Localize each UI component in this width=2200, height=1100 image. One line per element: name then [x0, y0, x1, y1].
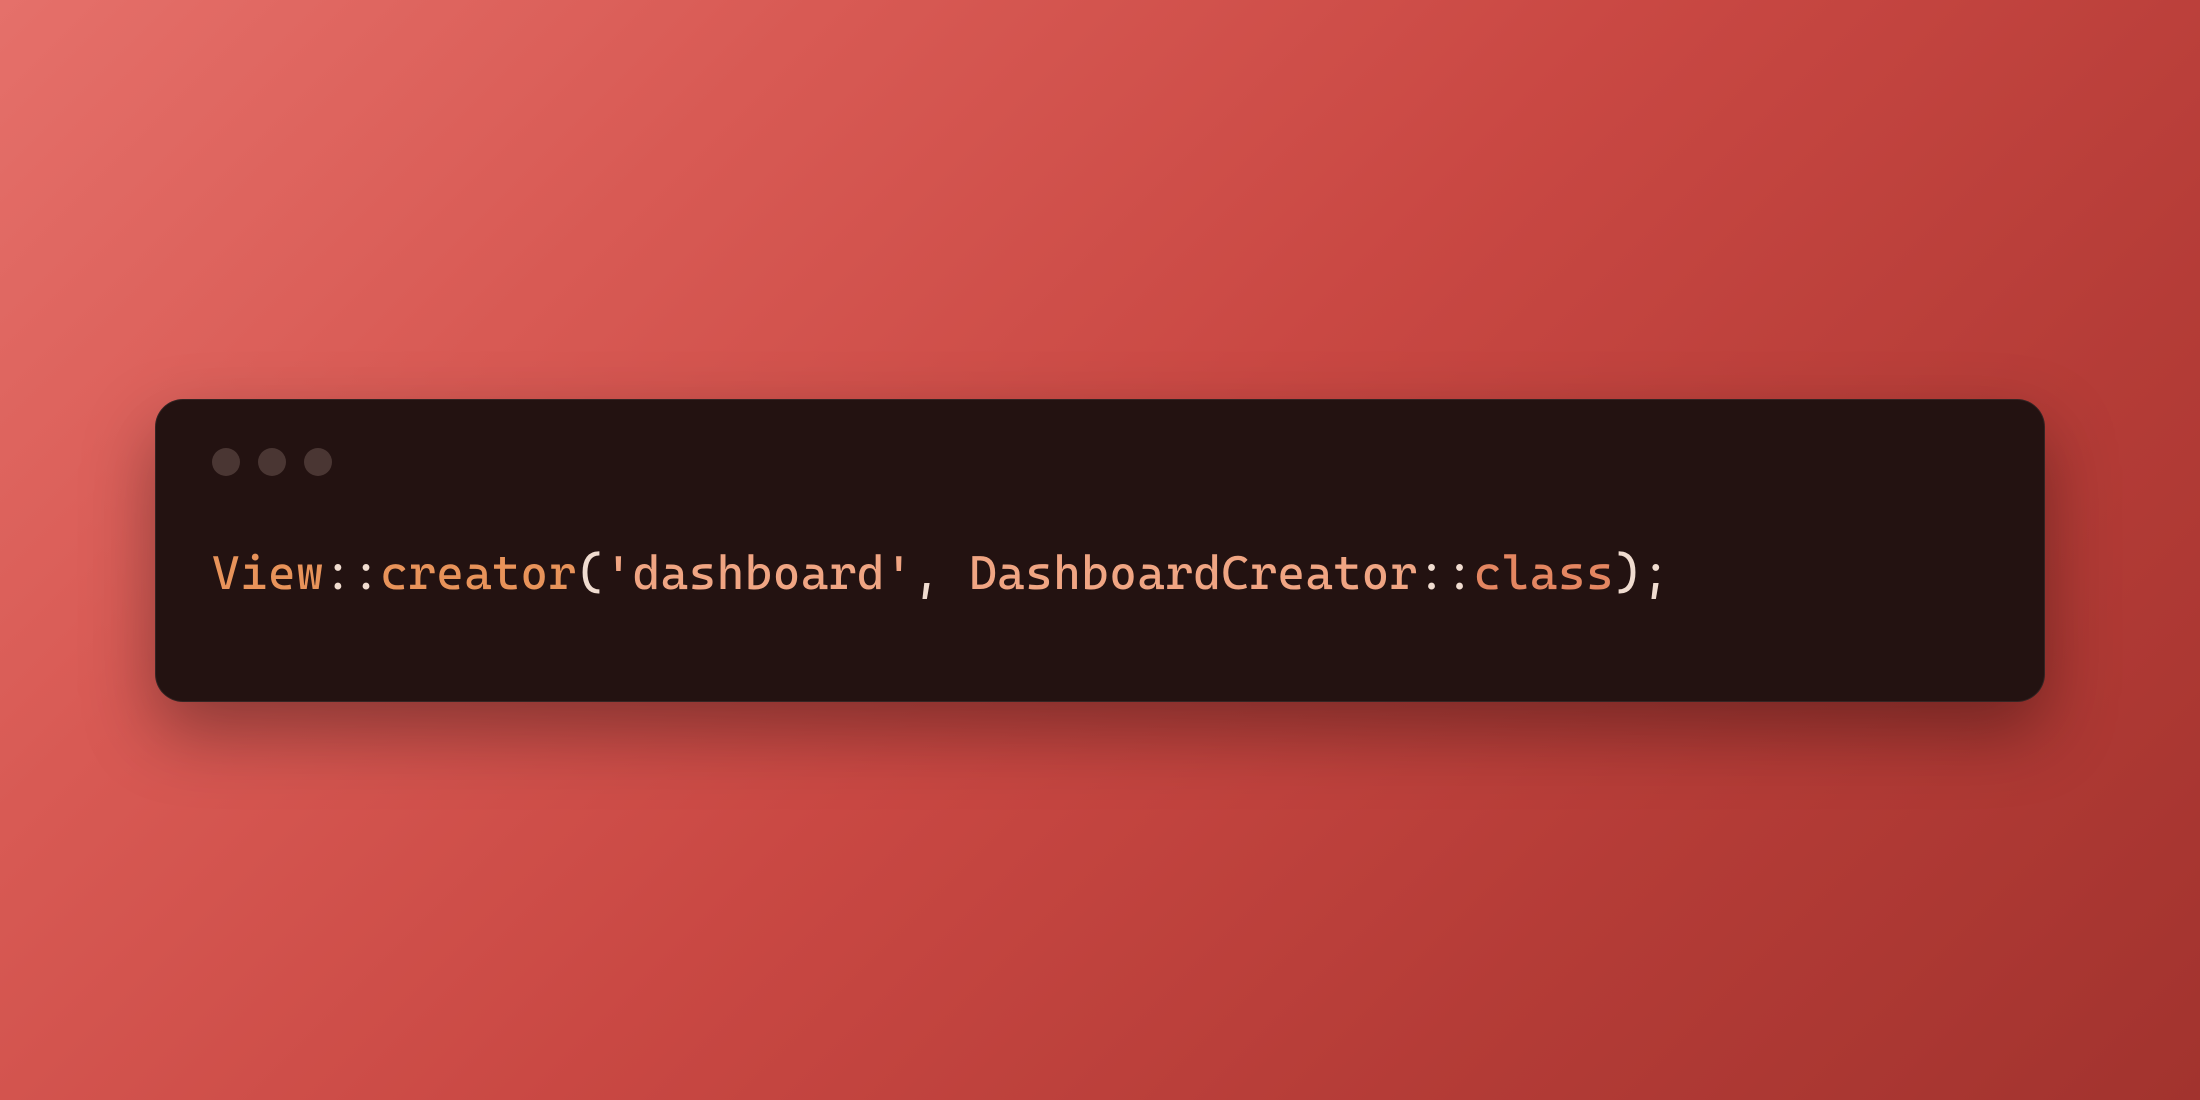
- close-dot[interactable]: [212, 448, 240, 476]
- code-line: View::creator('dashboard', DashboardCrea…: [212, 546, 1988, 601]
- token-scope-resolution: ::: [324, 546, 380, 601]
- token-string-arg: 'dashboard': [605, 546, 913, 601]
- minimize-dot[interactable]: [258, 448, 286, 476]
- token-paren-open: (: [577, 546, 605, 601]
- token-class-keyword: class: [1474, 546, 1614, 601]
- token-semicolon: ;: [1642, 546, 1670, 601]
- token-paren-close: ): [1614, 546, 1642, 601]
- traffic-lights: [212, 448, 1988, 476]
- token-comma: ,: [913, 546, 969, 601]
- token-class-reference: DashboardCreator: [969, 546, 1418, 601]
- maximize-dot[interactable]: [304, 448, 332, 476]
- token-class-facade: View: [212, 546, 324, 601]
- token-method-name: creator: [380, 546, 576, 601]
- code-window: View::creator('dashboard', DashboardCrea…: [155, 399, 2045, 702]
- token-scope-resolution-2: ::: [1418, 546, 1474, 601]
